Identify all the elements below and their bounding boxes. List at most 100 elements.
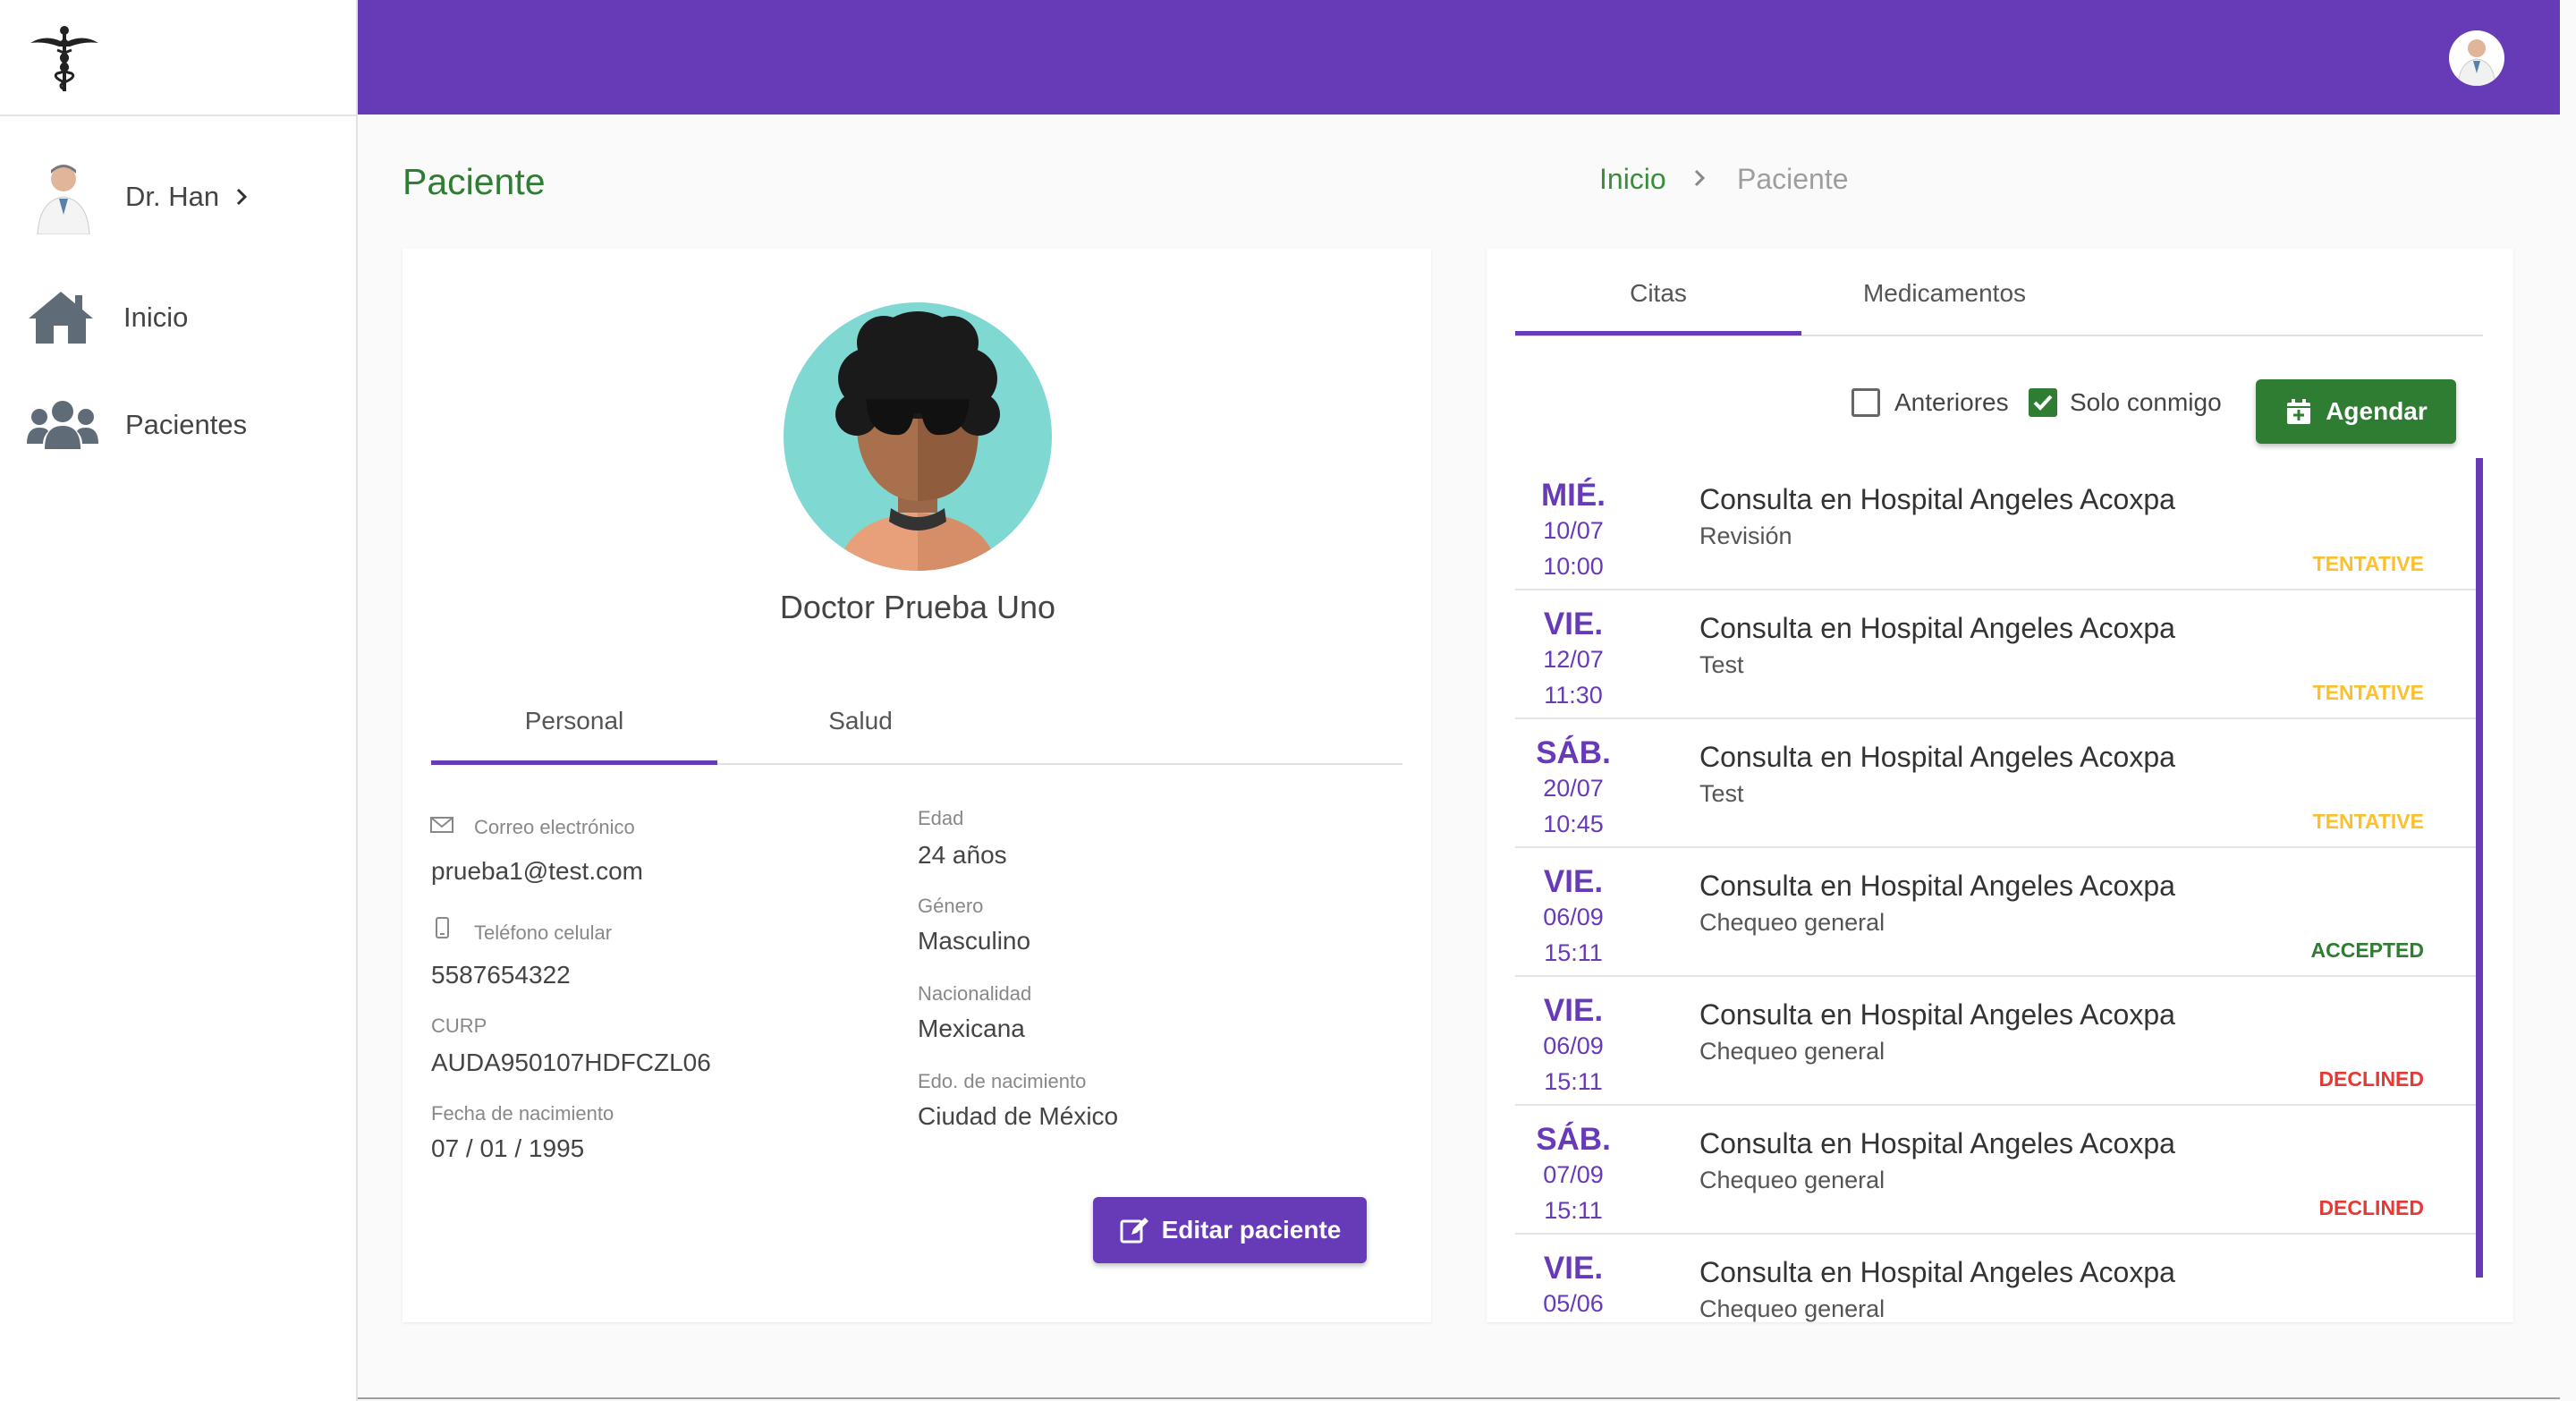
account-avatar[interactable] [2449, 30, 2504, 86]
appointment-item[interactable]: VIE. 06/09 15:11 Consulta en Hospital An… [1515, 977, 2478, 1106]
page-title: Paciente [402, 161, 546, 202]
phone-value: 5587654322 [431, 961, 571, 989]
appointment-status: ACCEPTED [2310, 938, 2424, 962]
appointment-status: TENTATIVE [2312, 681, 2424, 704]
appointment-time: 10:45 [1543, 811, 1604, 837]
check-icon [2033, 395, 2053, 411]
appointment-day: SÁB. [1536, 1122, 1611, 1157]
appointment-time: 10:00 [1543, 553, 1604, 580]
appointment-subtitle: Chequeo general [1699, 1038, 1885, 1065]
calendar-plus-icon [2287, 399, 2311, 424]
nationality-label: Nacionalidad [918, 982, 1032, 1005]
breadcrumb-current: Paciente [1737, 163, 1849, 195]
appointment-day: VIE. [1543, 864, 1604, 899]
tab-personal[interactable]: Personal [431, 707, 717, 735]
phone-label: Teléfono celular [474, 921, 613, 944]
appointment-day: VIE. [1543, 607, 1604, 641]
appointment-status: TENTATIVE [2312, 810, 2424, 833]
birth-state-label: Edo. de nacimiento [918, 1070, 1087, 1092]
appointment-subtitle: Chequeo general [1699, 1295, 1885, 1322]
appointment-title: Consulta en Hospital Angeles Acoxpa [1699, 483, 2175, 515]
appointment-subtitle: Chequeo general [1699, 909, 1885, 936]
appointment-status: DECLINED [2318, 1196, 2424, 1219]
appointment-title: Consulta en Hospital Angeles Acoxpa [1699, 998, 2175, 1031]
page-bottom-border [358, 1397, 2560, 1399]
appointment-time: 15:11 [1544, 1197, 1603, 1224]
logo-area [0, 0, 358, 116]
appointment-time: 15:11 [1544, 939, 1603, 966]
email-label: Correo electrónico [474, 816, 635, 838]
only-mine-label: Solo conmigo [2070, 388, 2222, 416]
appointment-subtitle: Revisión [1699, 522, 1792, 549]
appointment-date: 06/09 [1543, 1032, 1604, 1059]
previous-label: Anteriores [1894, 388, 2009, 416]
sidebar-item-label: Pacientes [125, 409, 248, 440]
appointment-item[interactable]: SÁB. 07/09 15:11 Consulta en Hospital An… [1515, 1106, 2478, 1235]
appointment-item[interactable]: MIÉ. 10/07 10:00 Consulta en Hospital An… [1515, 462, 2478, 590]
email-value: prueba1@test.com [431, 857, 643, 885]
sidebar-item-label: Inicio [123, 301, 189, 333]
age-label: Edad [918, 807, 964, 829]
list-scrollbar[interactable] [2476, 458, 2483, 1278]
gender-value: Masculino [918, 927, 1031, 955]
mail-icon [430, 817, 453, 833]
birth-state-value: Ciudad de México [918, 1102, 1119, 1130]
appointment-day: MIÉ. [1541, 478, 1606, 513]
appointment-title: Consulta en Hospital Angeles Acoxpa [1699, 870, 2175, 902]
tab-indicator [1515, 331, 1801, 335]
appointments-list: MIÉ. 10/07 10:00 Consulta en Hospital An… [1515, 462, 2478, 1322]
age-value: 24 años [918, 841, 1007, 869]
only-mine-checkbox[interactable] [2029, 388, 2057, 417]
user-menu[interactable]: Dr. Han [0, 152, 356, 242]
breadcrumb-home[interactable]: Inicio [1599, 163, 1666, 196]
appointment-date: 07/09 [1543, 1161, 1604, 1188]
appointment-item[interactable]: SÁB. 20/07 10:45 Consulta en Hospital An… [1515, 719, 2478, 848]
patient-avatar [784, 302, 1052, 571]
sidebar-item-inicio[interactable]: Inicio [0, 273, 356, 362]
schedule-button[interactable]: Agendar [2256, 379, 2456, 444]
appointment-title: Consulta en Hospital Angeles Acoxpa [1699, 1127, 2175, 1159]
appointment-status: TENTATIVE [2312, 552, 2424, 575]
appointment-item[interactable]: VIE. 12/07 11:30 Consulta en Hospital An… [1515, 590, 2478, 719]
doctor-avatar [37, 165, 90, 234]
appointment-date: 20/07 [1543, 775, 1604, 802]
appointment-date: 10/07 [1543, 517, 1604, 544]
caduceus-icon[interactable] [27, 18, 102, 93]
curp-label: CURP [431, 1015, 487, 1037]
schedule-label: Agendar [2326, 397, 2428, 425]
tab-salud[interactable]: Salud [717, 707, 1004, 735]
edit-patient-button[interactable]: Editar paciente [1093, 1197, 1367, 1263]
patient-name: Doctor Prueba Uno [779, 589, 1056, 625]
top-bar [358, 0, 2560, 115]
appointment-day: VIE. [1543, 993, 1604, 1028]
appointment-subtitle: Test [1699, 651, 1744, 678]
tab-indicator [431, 760, 717, 765]
user-name: Dr. Han [125, 181, 220, 212]
tab-citas[interactable]: Citas [1515, 279, 1801, 308]
edit-patient-label: Editar paciente [1161, 1216, 1342, 1244]
curp-value: AUDA950107HDFCZL06 [431, 1049, 711, 1076]
appointment-title: Consulta en Hospital Angeles Acoxpa [1699, 1256, 2175, 1288]
appointment-status: DECLINED [2318, 1067, 2424, 1091]
previous-checkbox[interactable] [1852, 388, 1880, 417]
phone-icon [436, 917, 449, 938]
nationality-value: Mexicana [918, 1015, 1025, 1042]
appointment-subtitle: Test [1699, 780, 1744, 807]
chevron-right-icon [237, 188, 248, 206]
birth-date-value: 07 / 01 / 1995 [431, 1134, 585, 1162]
gender-label: Género [918, 895, 984, 917]
appointment-item[interactable]: VIE. 05/06 Consulta en Hospital Angeles … [1515, 1235, 2478, 1322]
appointment-item[interactable]: VIE. 06/09 15:11 Consulta en Hospital An… [1515, 848, 2478, 977]
appointment-title: Consulta en Hospital Angeles Acoxpa [1699, 741, 2175, 773]
home-icon [29, 292, 93, 344]
appointment-date: 06/09 [1543, 904, 1604, 930]
appointment-day: SÁB. [1536, 735, 1611, 770]
tab-medicamentos[interactable]: Medicamentos [1801, 279, 2088, 308]
appointment-time: 11:30 [1544, 682, 1603, 709]
appointment-time: 15:11 [1544, 1068, 1603, 1095]
sidebar-item-pacientes[interactable]: Pacientes [0, 380, 356, 470]
appointment-title: Consulta en Hospital Angeles Acoxpa [1699, 612, 2175, 644]
appointment-date: 05/06 [1543, 1290, 1604, 1317]
users-icon [27, 401, 98, 449]
doctor-avatar-icon [2457, 39, 2496, 86]
